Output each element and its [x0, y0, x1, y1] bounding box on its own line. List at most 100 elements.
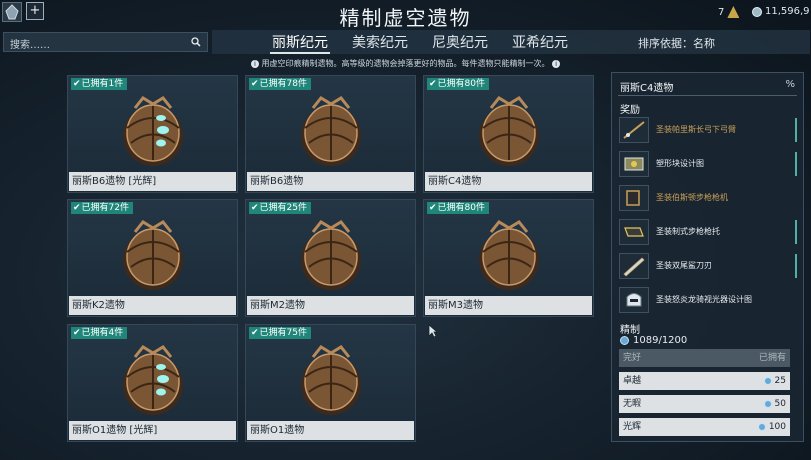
bow-limb-icon: [623, 121, 645, 139]
reward-item[interactable]: 圣装伯斯顿步枪枪机: [619, 183, 789, 213]
refine-cost: 50: [763, 395, 786, 413]
reward-item[interactable]: 塑形块设计图: [619, 149, 797, 179]
relic-name: 丽斯O1遗物 [光辉]: [69, 421, 236, 440]
top-bar: + 精制虚空遗物 7 11,596,9: [0, 0, 811, 30]
info-text: 用虚空印痕精制遗物。高等级的遗物会掉落更好的物品。每件遗物只能精制一次。: [261, 59, 550, 68]
info-icon: i: [250, 59, 259, 68]
relic-name: 丽斯C4遗物: [425, 172, 592, 191]
void-trace-icon: [763, 377, 772, 385]
relic-card[interactable]: ✔已拥有78件 丽斯B6遗物: [245, 75, 416, 193]
mouse-cursor-icon: [428, 324, 438, 338]
reward-thumbnail: [619, 287, 649, 313]
rewards-heading: 奖励: [620, 105, 640, 116]
reward-thumbnail: [619, 219, 649, 245]
ducats-value: 7: [718, 6, 725, 18]
relic-icon: [123, 220, 183, 290]
refine-heading: 精制: [620, 325, 640, 336]
percent-toggle[interactable]: %: [785, 79, 795, 90]
relic-icon: [301, 96, 361, 166]
forma-blueprint-icon: [624, 157, 644, 171]
cost-value: 100: [768, 422, 786, 432]
tab-meso[interactable]: 美索纪元: [350, 32, 410, 52]
check-icon: ✔: [251, 203, 259, 213]
reward-name: 圣装帕里斯长弓下弓臂: [656, 125, 736, 134]
reward-name: 圣装伯斯顿步枪枪机: [656, 193, 728, 202]
relic-detail-panel: 丽斯C4遗物 % 奖励 圣装帕里斯长弓下弓臂 塑形块设计图 圣装伯斯顿步枪枪机 …: [611, 72, 804, 442]
refine-option-radiant[interactable]: 光辉 100: [619, 418, 790, 436]
void-trace-icon: [763, 400, 772, 408]
relic-card-selected[interactable]: ✔已拥有80件 丽斯C4遗物: [423, 75, 594, 193]
reward-thumbnail: [619, 151, 649, 177]
relic-card[interactable]: ✔已拥有25件 丽斯M2遗物: [245, 199, 416, 317]
check-icon: ✔: [429, 203, 437, 213]
relic-card[interactable]: ✔已拥有80件 丽斯M3遗物: [423, 199, 594, 317]
refine-option-intact[interactable]: 完好 已拥有: [619, 349, 790, 367]
receiver-icon: [626, 190, 640, 206]
relic-name: 丽斯M3遗物: [425, 296, 592, 315]
reward-thumbnail: [619, 117, 649, 143]
helmet-blueprint-icon: [626, 293, 642, 307]
detail-title: 丽斯C4遗物: [620, 83, 674, 94]
radiant-relic-icon: [123, 96, 183, 166]
relic-card[interactable]: ✔已拥有1件 丽斯B6遗物 [光辉]: [67, 75, 238, 193]
relic-name: 丽斯O1遗物: [247, 421, 414, 440]
refine-name: 无暇: [623, 399, 642, 409]
search-icon[interactable]: [191, 37, 201, 47]
relic-card[interactable]: ✔已拥有4件 丽斯O1遗物 [光辉]: [67, 324, 238, 442]
rarity-bar: [795, 220, 797, 244]
relic-icon: [479, 220, 539, 290]
cost-value: 50: [774, 399, 786, 409]
relic-name: 丽斯K2遗物: [69, 296, 236, 315]
check-icon: ✔: [429, 79, 437, 89]
rarity-bar: [795, 152, 797, 176]
reward-thumbnail: [619, 253, 649, 279]
reward-item[interactable]: 圣装制式步枪枪托: [619, 217, 797, 247]
relic-name: 丽斯B6遗物: [247, 172, 414, 191]
reward-item[interactable]: 圣装怒炎龙骑视光器设计图: [619, 285, 789, 315]
reward-name: 圣装双尾鲨刀刃: [656, 261, 712, 270]
void-traces-counter: 1089/1200: [620, 335, 687, 346]
reward-name: 圣装怒炎龙骑视光器设计图: [656, 295, 752, 304]
refine-option-exceptional[interactable]: 卓越 25: [619, 372, 790, 390]
reward-item[interactable]: 圣装帕里斯长弓下弓臂: [619, 115, 797, 145]
relic-card[interactable]: ✔已拥有72件 丽斯K2遗物: [67, 199, 238, 317]
refine-name: 光辉: [623, 422, 642, 432]
tab-lith[interactable]: 丽斯纪元: [270, 32, 330, 54]
check-icon: ✔: [73, 203, 81, 213]
reward-item[interactable]: 圣装双尾鲨刀刃: [619, 251, 797, 281]
credits-counter: 11,596,9: [752, 6, 810, 17]
refine-option-flawless[interactable]: 无暇 50: [619, 395, 790, 413]
search-input[interactable]: [4, 36, 207, 55]
refine-cost: 25: [763, 372, 786, 390]
refine-name: 卓越: [623, 376, 642, 386]
relic-name: 丽斯B6遗物 [光辉]: [69, 172, 236, 191]
relic-icon: [301, 220, 361, 290]
blade-icon: [623, 257, 645, 277]
check-icon: ✔: [73, 328, 81, 338]
ducat-icon: [727, 6, 740, 18]
reward-name: 圣装制式步枪枪托: [656, 227, 720, 236]
search-box: [3, 32, 208, 55]
refine-status: 已拥有: [758, 353, 786, 363]
relic-card[interactable]: ✔已拥有75件 丽斯O1遗物: [245, 324, 416, 442]
credits-icon: [752, 6, 762, 17]
ducats-counter: 7: [718, 6, 740, 18]
page-title: 精制虚空遗物: [339, 6, 472, 30]
tab-neo[interactable]: 尼奥纪元: [430, 32, 490, 52]
era-tab-strip: 丽斯纪元 美索纪元 尼奥纪元 亚希纪元 排序依据：名称: [212, 30, 810, 54]
check-icon: ✔: [73, 79, 81, 89]
radiant-relic-icon: [123, 345, 183, 415]
check-icon: ✔: [251, 79, 259, 89]
refine-cost: 100: [757, 418, 786, 436]
sort-selector[interactable]: 排序依据：名称: [638, 35, 715, 51]
reward-thumbnail: [619, 185, 649, 211]
reward-name: 塑形块设计图: [656, 159, 704, 168]
credits-value: 11,596,9: [765, 6, 810, 17]
info-message: i 用虚空印痕精制遗物。高等级的遗物会掉落更好的物品。每件遗物只能精制一次。 i: [0, 58, 811, 69]
void-trace-icon: [620, 336, 629, 345]
rarity-bar: [795, 254, 797, 278]
divider: [618, 95, 797, 96]
check-icon: ✔: [251, 328, 259, 338]
tab-axi[interactable]: 亚希纪元: [510, 32, 570, 52]
relic-name: 丽斯M2遗物: [247, 296, 414, 315]
